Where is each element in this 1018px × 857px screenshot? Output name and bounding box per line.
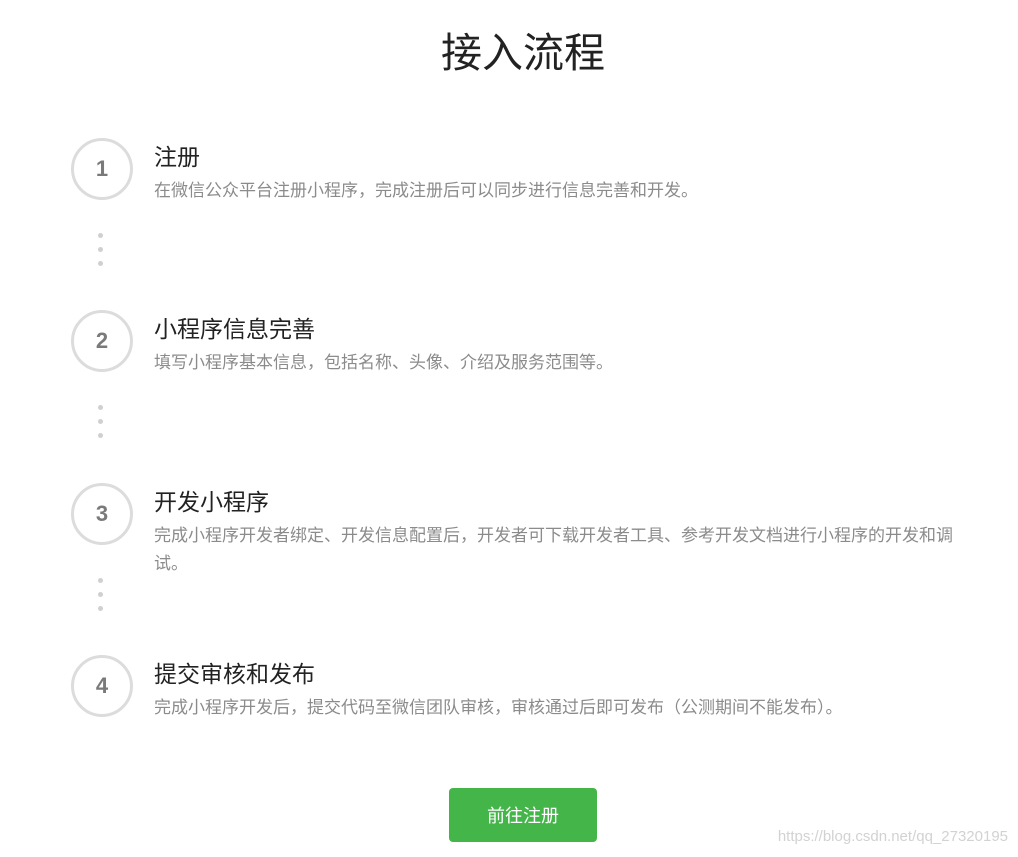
connector-dot: [98, 247, 103, 252]
step-number-badge: 3: [71, 483, 133, 545]
connector-dot: [98, 405, 103, 410]
step-title: 注册: [154, 145, 200, 171]
step-number-badge: 4: [71, 655, 133, 717]
step-description: 在微信公众平台注册小程序，完成注册后可以同步进行信息完善和开发。: [154, 181, 698, 201]
watermark-text: https://blog.csdn.net/qq_27320195: [777, 828, 1008, 845]
connector-dot: [98, 261, 103, 266]
connector-dot: [98, 233, 103, 238]
step-number-badge: 1: [71, 138, 133, 200]
step-title: 开发小程序: [154, 490, 269, 516]
step-connector-dots: [98, 233, 104, 269]
step-title: 小程序信息完善: [154, 317, 315, 343]
connector-dot: [98, 592, 103, 597]
page-title: 接入流程: [441, 29, 605, 77]
step-connector-dots: [98, 405, 104, 441]
connector-dot: [98, 419, 103, 424]
step-item-submit-publish: 4 提交审核和发布 完成小程序开发后，提交代码至微信团队审核，审核通过后即可发布…: [0, 655, 1018, 745]
step-description: 完成小程序开发后，提交代码至微信团队审核，审核通过后即可发布（公测期间不能发布）…: [154, 698, 843, 718]
step-item-register: 1 注册 在微信公众平台注册小程序，完成注册后可以同步进行信息完善和开发。: [0, 138, 1018, 228]
connector-dot: [98, 578, 103, 583]
step-item-develop: 3 开发小程序 完成小程序开发者绑定、开发信息配置后，开发者可下载开发者工具、参…: [0, 483, 1018, 574]
step-description: 填写小程序基本信息，包括名称、头像、介绍及服务范围等。: [154, 353, 613, 373]
step-connector-dots: [98, 578, 104, 614]
step-description: 完成小程序开发者绑定、开发信息配置后，开发者可下载开发者工具、参考开发文档进行小…: [154, 526, 953, 574]
register-button[interactable]: 前往注册: [449, 788, 597, 842]
connector-dot: [98, 606, 103, 611]
connector-dot: [98, 433, 103, 438]
step-title: 提交审核和发布: [154, 662, 315, 688]
step-item-complete-info: 2 小程序信息完善 填写小程序基本信息，包括名称、头像、介绍及服务范围等。: [0, 310, 1018, 400]
step-number-badge: 2: [71, 310, 133, 372]
